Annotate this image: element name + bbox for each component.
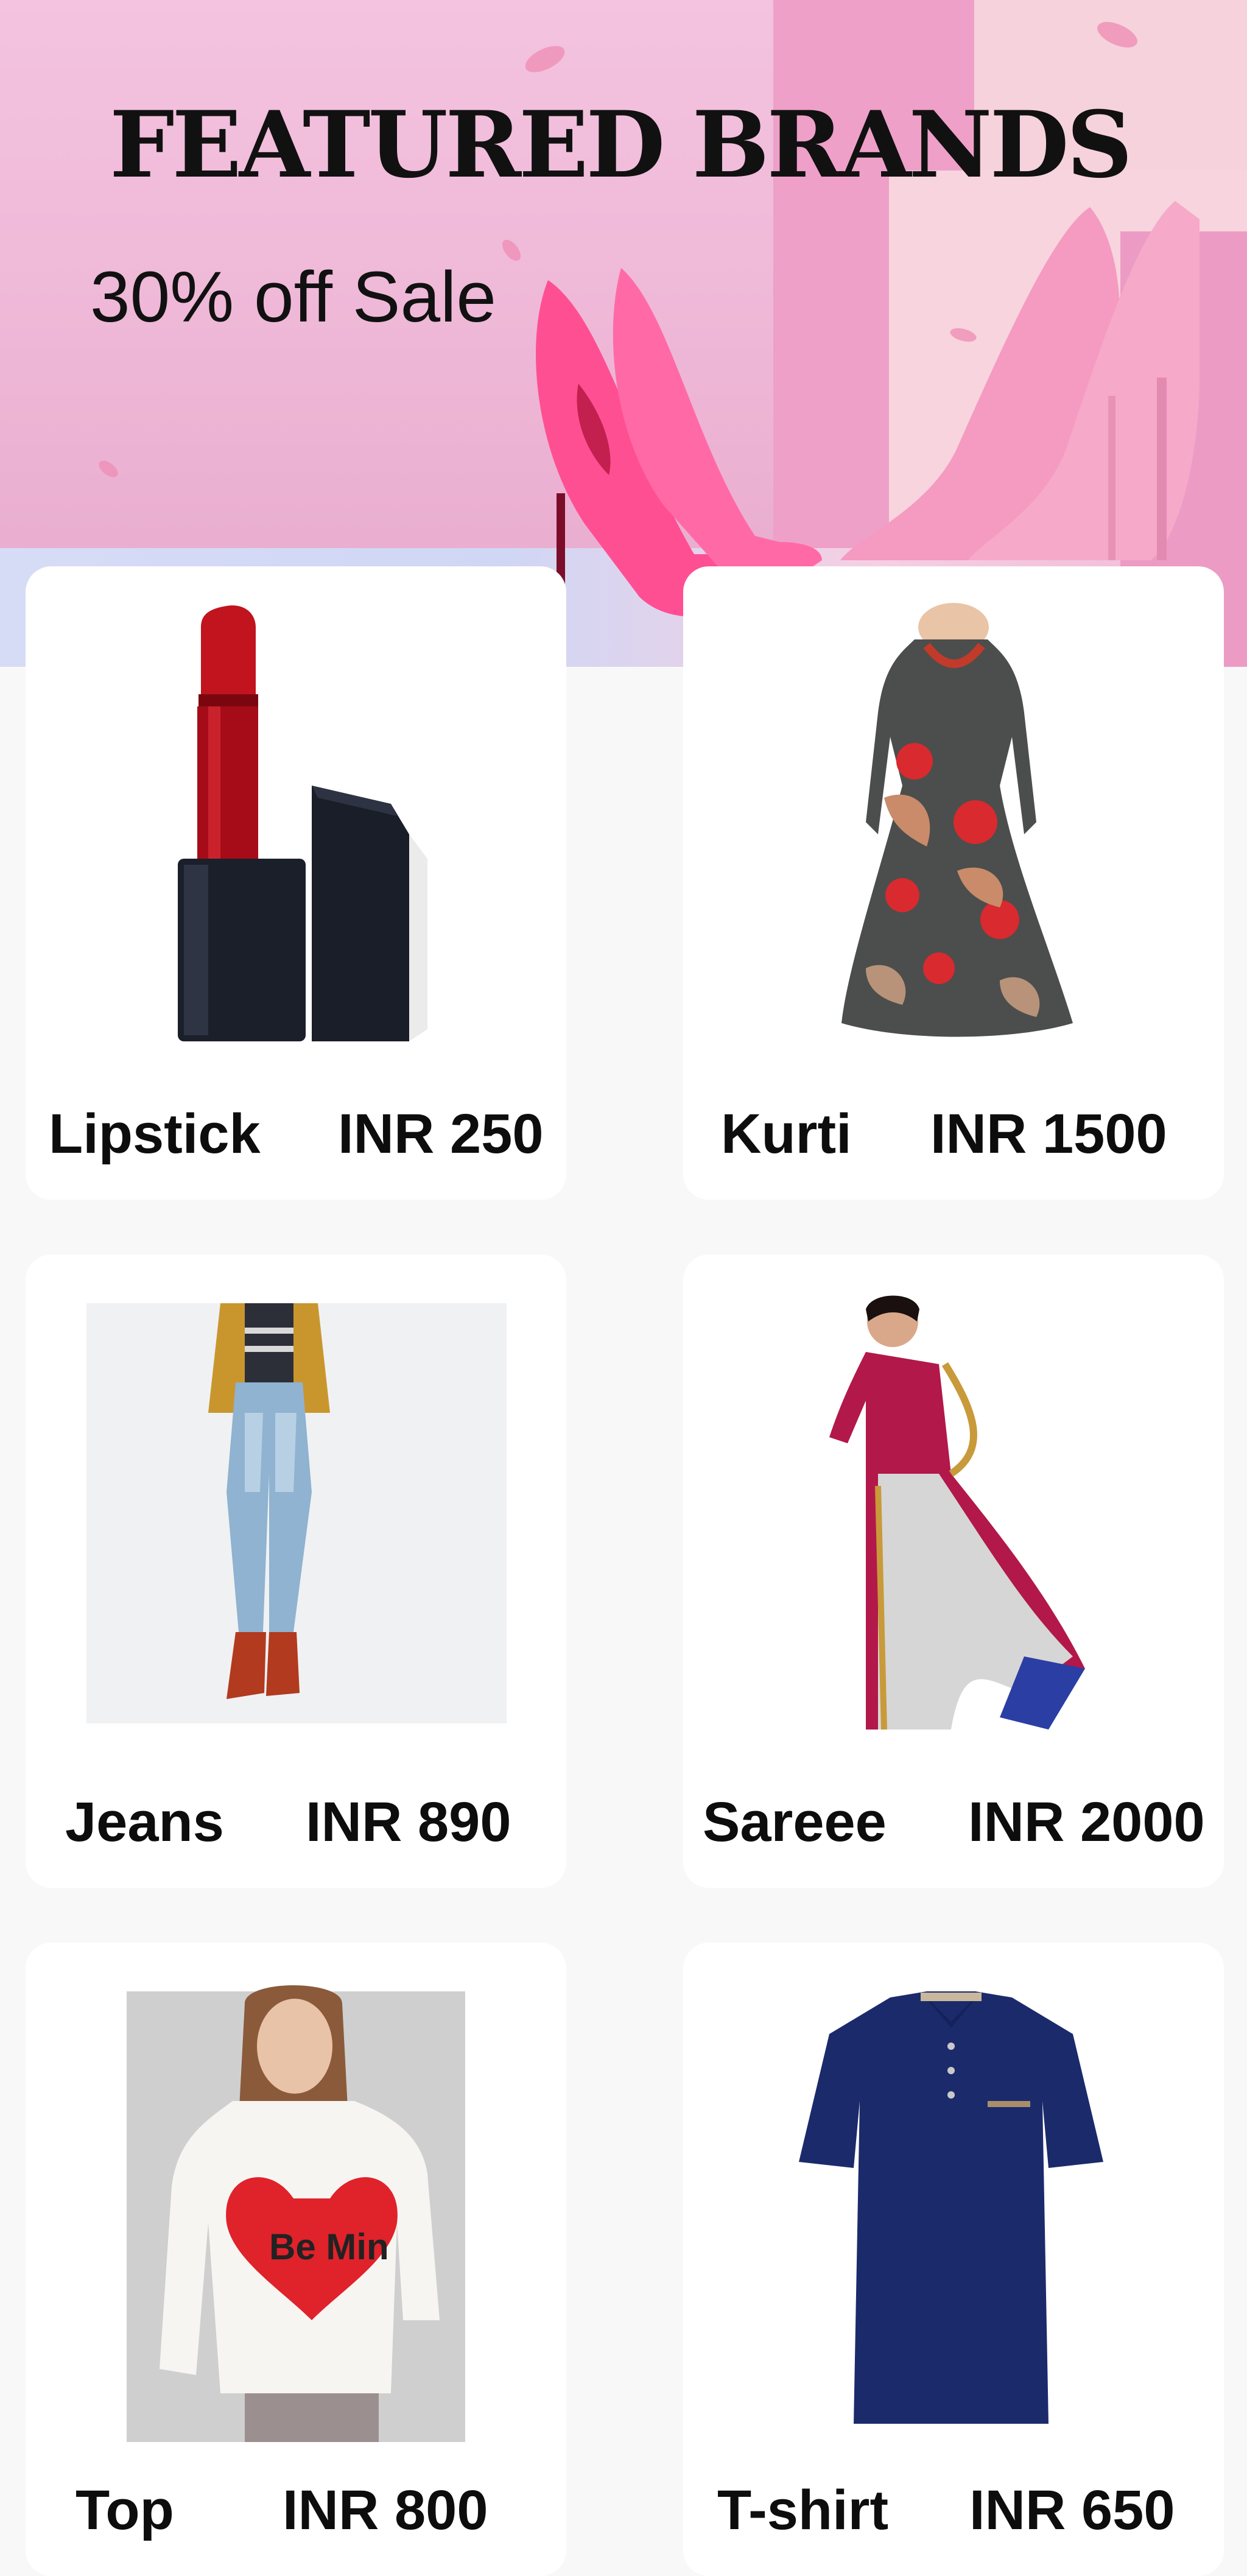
banner-title: FEATURED BRANDS xyxy=(110,91,1133,199)
product-name: Lipstick xyxy=(49,1103,261,1165)
product-card-top[interactable]: Be Min Top INR 800 xyxy=(26,1943,566,2576)
product-price: INR 2000 xyxy=(968,1791,1205,1853)
product-price: INR 250 xyxy=(338,1103,544,1165)
product-card-saree[interactable]: Sareee INR 2000 xyxy=(683,1255,1224,1888)
product-name: Jeans xyxy=(65,1791,224,1853)
product-price: INR 650 xyxy=(969,2479,1175,2541)
svg-text:Be Min: Be Min xyxy=(269,2226,389,2267)
banner-subtitle: 30% off Sale xyxy=(90,257,496,337)
product-price: INR 890 xyxy=(306,1791,511,1853)
top-sweater-image: Be Min xyxy=(26,1979,566,2442)
petal-decoration xyxy=(96,457,121,481)
product-card-tshirt[interactable]: T-shirt INR 650 xyxy=(683,1943,1224,2576)
polo-tshirt-image xyxy=(683,1979,1224,2442)
lipstick-image xyxy=(26,603,566,1066)
product-card-kurti[interactable]: Kurti INR 1500 xyxy=(683,566,1224,1200)
saree-model-image xyxy=(683,1291,1224,1754)
jeans-model-image xyxy=(26,1291,566,1754)
product-name: Sareee xyxy=(703,1791,887,1853)
light-pink-heels-image xyxy=(840,201,1200,560)
kurti-dress-image xyxy=(683,603,1224,1066)
product-name: T-shirt xyxy=(717,2479,889,2541)
product-card-jeans[interactable]: Jeans INR 890 xyxy=(26,1255,566,1888)
product-price: INR 1500 xyxy=(930,1103,1167,1165)
petal-decoration xyxy=(521,42,569,76)
product-name: Kurti xyxy=(721,1103,852,1165)
product-name: Top xyxy=(76,2479,174,2541)
product-price: INR 800 xyxy=(283,2479,488,2541)
petal-decoration xyxy=(499,236,524,264)
product-card-lipstick[interactable]: Lipstick INR 250 xyxy=(26,566,566,1200)
